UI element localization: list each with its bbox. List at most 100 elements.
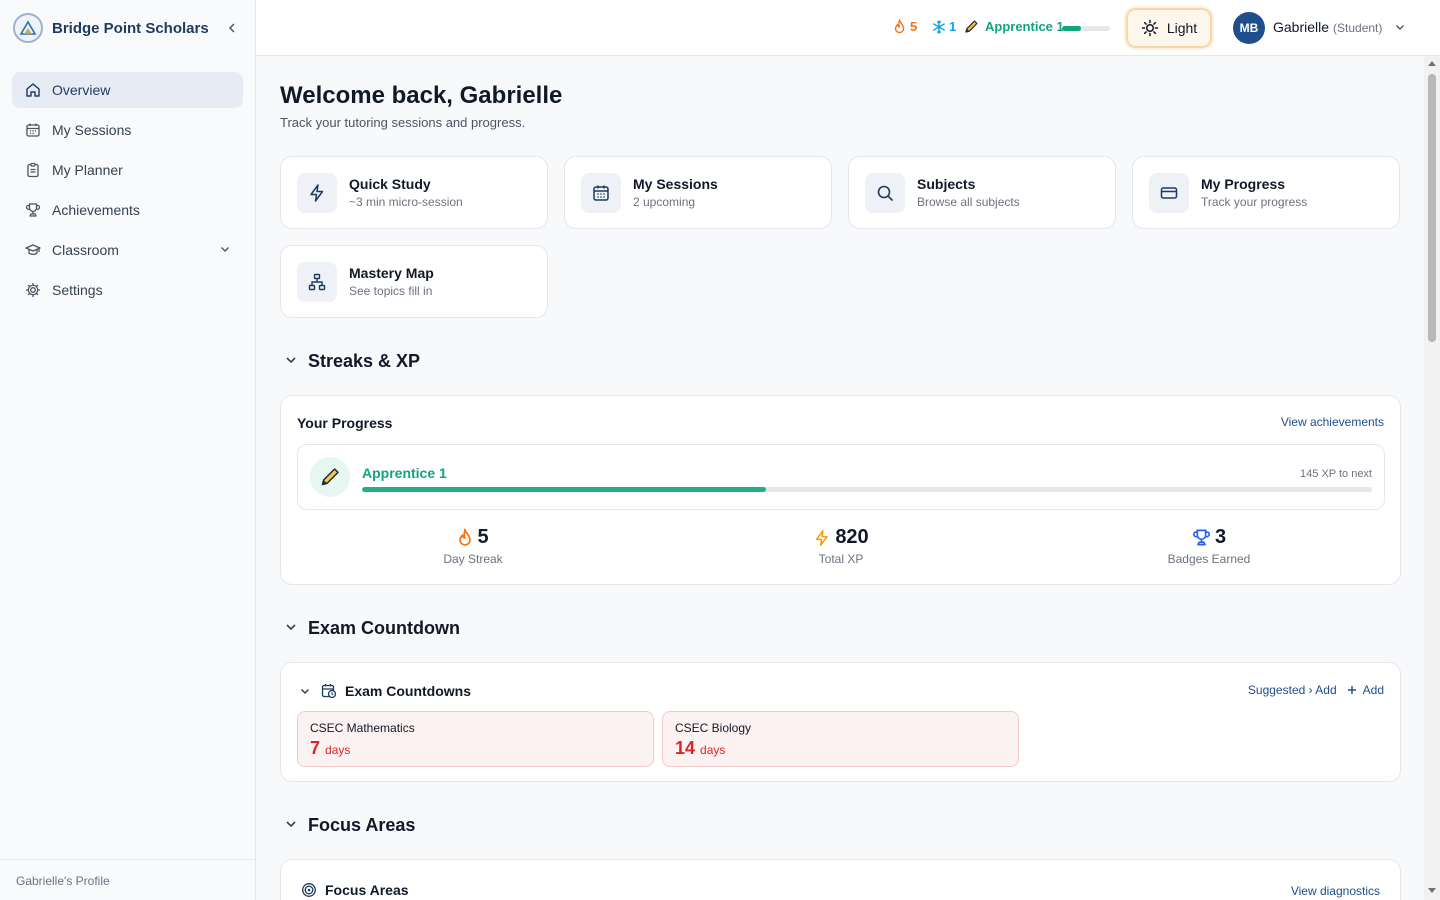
page-subtitle: Track your tutoring sessions and progres… [280, 115, 526, 130]
section-title: Streaks & XP [308, 351, 421, 371]
collapse-sidebar-button[interactable] [222, 18, 242, 38]
target-icon [301, 882, 317, 898]
quick-link-mastery-map[interactable]: Mastery Map See topics fill in [280, 245, 548, 318]
stat-value: 3 [1214, 526, 1227, 548]
exam-days-unit: days [700, 743, 726, 757]
search-icon [865, 173, 905, 213]
add-exam-button[interactable]: Add [1347, 683, 1384, 697]
focus-panel-header: Focus Areas [301, 882, 409, 898]
theme-toggle-button[interactable]: Light [1126, 8, 1212, 48]
scrollbar-thumb[interactable] [1428, 74, 1436, 342]
chevron-down-icon [284, 618, 298, 639]
exam-panel-header[interactable]: Exam Countdowns [299, 683, 471, 699]
level-name: Apprentice 1 [362, 465, 447, 481]
pencil-icon [310, 457, 350, 497]
exam-actions: Suggested › Add Add [1248, 683, 1384, 697]
progress-panel: Your Progress View achievements Apprenti… [280, 395, 1401, 585]
view-achievements-link[interactable]: View achievements [1281, 415, 1384, 429]
stat-label: Day Streak [443, 552, 503, 566]
level-progress-fill [1062, 26, 1082, 31]
pencil-icon [965, 20, 978, 33]
calendar-clock-icon [321, 683, 337, 699]
quick-link-title: My Progress [1201, 176, 1286, 192]
xp-to-next: 145 XP to next [1300, 468, 1372, 480]
panel-title: Exam Countdowns [345, 683, 472, 699]
sidebar-item-classroom[interactable]: Classroom [12, 232, 243, 268]
chevron-down-icon [299, 685, 311, 697]
chevron-down-icon [284, 815, 298, 836]
user-menu[interactable]: Gabrielle (Student) [1273, 19, 1382, 35]
plus-icon [1347, 686, 1356, 694]
school-logo [13, 13, 43, 43]
view-diagnostics-link[interactable]: View diagnostics [1291, 884, 1380, 898]
exam-name: CSEC Mathematics [310, 721, 415, 735]
exam-days-count: 14 [675, 738, 696, 758]
stat-badges-earned: 3 Badges Earned [1109, 526, 1309, 566]
profile-link[interactable]: Gabrielle's Profile [0, 859, 255, 900]
calendar-icon [581, 173, 621, 213]
exam-card-csec-biology[interactable]: CSEC Biology 14 days [662, 711, 1019, 767]
sidebar-nav: Overview My Sessions My Planner Achievem… [12, 72, 243, 312]
exam-card-csec-mathematics[interactable]: CSEC Mathematics 7 days [297, 711, 654, 767]
brand-name: Bridge Point Scholars [52, 19, 209, 37]
sidebar-item-label: My Sessions [52, 122, 132, 138]
section-toggle-exams[interactable]: Exam Countdown [284, 618, 460, 639]
stat-value: 5 [477, 526, 489, 548]
sidebar-item-settings[interactable]: Settings [12, 272, 243, 308]
sun-icon [1141, 19, 1159, 37]
chevron-down-icon[interactable] [1394, 20, 1406, 38]
snowflake-icon [933, 19, 945, 34]
quick-link-my-sessions[interactable]: My Sessions 2 upcoming [564, 156, 832, 229]
panel-title: Focus Areas [325, 882, 409, 898]
gear-icon [25, 282, 41, 298]
sidebar-item-overview[interactable]: Overview [12, 72, 243, 108]
graduation-cap-icon [25, 242, 41, 258]
panel-title: Your Progress [297, 415, 393, 431]
user-role: (Student) [1333, 21, 1383, 35]
calendar-icon [25, 122, 41, 138]
page-title: Welcome back, Gabrielle [280, 82, 563, 109]
sidebar-item-label: Settings [52, 282, 103, 298]
quick-link-subtitle: ~3 min micro-session [349, 195, 463, 209]
section-title: Exam Countdown [308, 618, 460, 638]
avatar[interactable]: MB [1233, 12, 1265, 44]
theme-label: Light [1166, 20, 1198, 36]
brand[interactable]: Bridge Point Scholars [0, 0, 255, 56]
stat-total-xp: 820 Total XP [741, 526, 941, 566]
level-label: Apprentice 1 [985, 19, 1064, 34]
main-scrollbar[interactable] [1424, 56, 1440, 900]
quick-link-title: Subjects [917, 176, 976, 192]
quick-link-subtitle: See topics fill in [349, 284, 433, 298]
quick-link-subjects[interactable]: Subjects Browse all subjects [848, 156, 1116, 229]
streak-indicator[interactable]: 5 [893, 19, 917, 34]
section-toggle-streaks[interactable]: Streaks & XP [284, 351, 420, 372]
freeze-indicator[interactable]: 1 [932, 19, 956, 34]
sidebar-item-achievements[interactable]: Achievements [12, 192, 243, 228]
scroll-up-arrow-icon[interactable] [1428, 59, 1436, 67]
level-progress-fill [362, 487, 766, 492]
scroll-down-arrow-icon[interactable] [1428, 887, 1436, 895]
main-content: Welcome back, Gabrielle Track your tutor… [256, 56, 1424, 900]
trophy-icon [1192, 528, 1211, 547]
quick-link-quick-study[interactable]: Quick Study ~3 min micro-session [280, 156, 548, 229]
quick-link-subtitle: 2 upcoming [633, 195, 696, 209]
chevron-down-icon [284, 351, 298, 372]
level-card: Apprentice 1 145 XP to next [297, 444, 1385, 510]
lightning-icon [297, 173, 337, 213]
sidebar-item-my-sessions[interactable]: My Sessions [12, 112, 243, 148]
level-indicator[interactable]: Apprentice 1 [964, 19, 1064, 34]
suggested-add-link[interactable]: Suggested › Add [1248, 683, 1337, 697]
section-toggle-focus[interactable]: Focus Areas [284, 815, 415, 836]
sidebar-item-label: My Planner [52, 162, 123, 178]
exam-countdown-panel: Exam Countdowns Suggested › Add Add CSEC… [280, 662, 1401, 782]
quick-link-my-progress[interactable]: My Progress Track your progress [1132, 156, 1400, 229]
flame-icon [894, 19, 905, 34]
sidebar: Bridge Point Scholars Overview My Sessio… [0, 0, 256, 900]
flame-icon [457, 528, 473, 547]
freeze-count: 1 [949, 19, 957, 34]
section-title: Focus Areas [308, 815, 416, 835]
sidebar-item-my-planner[interactable]: My Planner [12, 152, 243, 188]
chevron-down-icon[interactable] [219, 242, 231, 258]
add-label: Add [1362, 683, 1384, 697]
trophy-icon [25, 202, 41, 218]
